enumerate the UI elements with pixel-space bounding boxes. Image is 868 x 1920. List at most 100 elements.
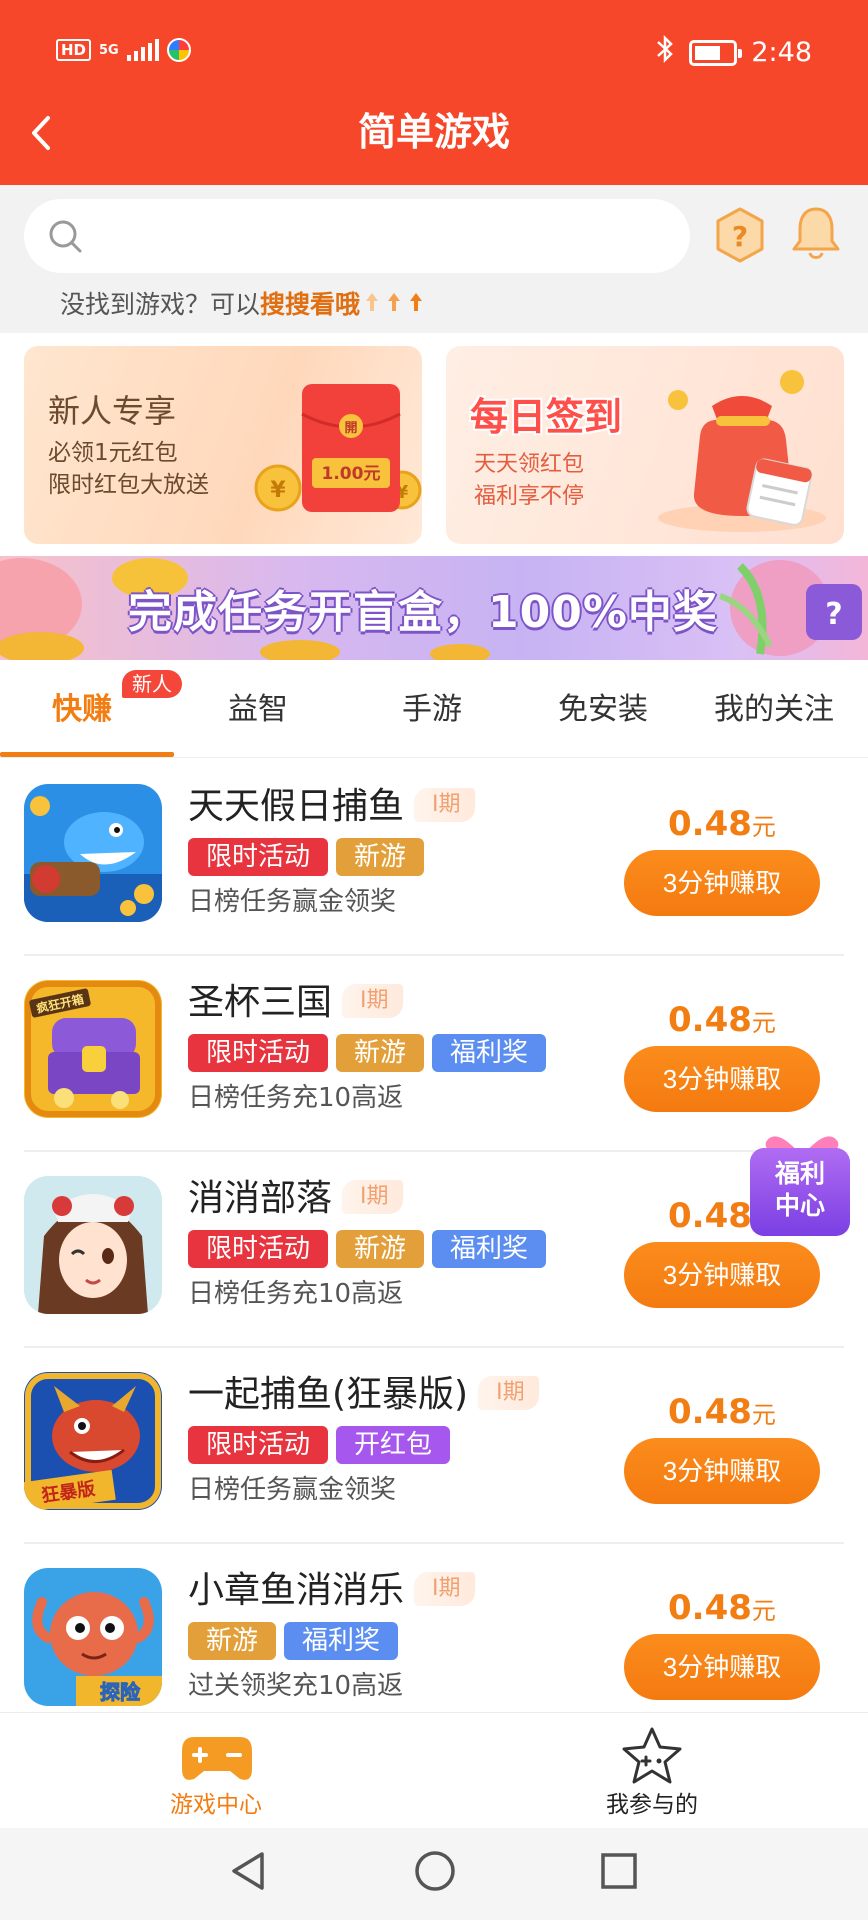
signal-icon	[127, 39, 160, 61]
game-tags: 限时活动 新游 福利奖	[188, 1034, 547, 1072]
phase-badge: I期	[342, 1180, 403, 1214]
tag-new-game: 新游	[188, 1622, 277, 1660]
phase-badge: I期	[414, 1572, 475, 1606]
bluetooth-icon	[655, 34, 675, 71]
tag-bonus: 福利奖	[432, 1034, 547, 1072]
reward-unit: 元	[751, 1401, 776, 1429]
tab-my-follows[interactable]: 我的关注	[714, 688, 834, 732]
reward-unit: 元	[751, 813, 776, 841]
nav-my-participation-label: 我参与的	[606, 1792, 698, 1818]
tag-limited-event: 限时活动	[188, 1426, 329, 1464]
status-bar: HD 5G 2:48	[0, 0, 868, 100]
page: HD 5G 2:48 简单游戏 ? 没找到游戏？可以搜搜看哦 新人专享 必领1元…	[0, 0, 868, 1920]
phase-badge: I期	[342, 984, 403, 1018]
game-icon-dragon-fish[interactable]: 狂暴版	[24, 1372, 162, 1510]
nav-my-participation[interactable]: 我参与的	[502, 1713, 802, 1829]
game-icon-fishing[interactable]	[24, 784, 162, 922]
reward-amount: 0.48元	[668, 1392, 776, 1435]
game-name-text: 消消部落	[188, 1178, 333, 1219]
battery-icon	[689, 39, 743, 66]
game-row[interactable]: 狂暴版 一起捕鱼(狂暴版) I期 限时活动 开红包 日榜任务赢金领奖 0.48元 …	[0, 1348, 868, 1544]
up-arrows-icon	[362, 289, 428, 324]
game-row[interactable]: 疯狂开箱 圣杯三国 I期 限时活动 新游 福利奖 日榜任务充10高返 0.48元 …	[0, 956, 868, 1152]
game-tags: 限时活动 开红包	[188, 1426, 451, 1464]
phase-badge: I期	[478, 1376, 539, 1410]
status-left: HD 5G	[56, 38, 192, 62]
red-packet-icon: ¥ ¥ 開 1.00元	[252, 370, 422, 534]
system-back-icon[interactable]	[228, 1848, 268, 1894]
reward-value: 0.48	[668, 1000, 752, 1040]
game-description: 日榜任务充10高返	[188, 1279, 404, 1309]
nav-game-center[interactable]: 游戏中心	[66, 1713, 366, 1829]
game-row[interactable]: 天天假日捕鱼 I期 限时活动 新游 日榜任务赢金领奖 0.48元 3分钟赚取	[0, 760, 868, 956]
star-icon	[622, 1727, 682, 1784]
game-name-text: 小章鱼消消乐	[188, 1570, 405, 1611]
tag-limited-event: 限时活动	[188, 838, 329, 876]
game-row[interactable]: 消消部落 I期 限时活动 新游 福利奖 日榜任务充10高返 0.48 3分钟赚取	[0, 1152, 868, 1348]
game-icon-octopus[interactable]: 探险	[24, 1568, 162, 1706]
tab-mobile-games[interactable]: 手游	[402, 688, 462, 732]
game-name: 圣杯三国 I期	[188, 978, 403, 1028]
search-input[interactable]	[24, 199, 690, 273]
search-icon	[46, 217, 86, 257]
tag-new-game: 新游	[336, 1034, 425, 1072]
newcomer-promo-card[interactable]: 新人专享 必领1元红包 限时红包大放送 ¥ ¥ 開 1.00元	[24, 346, 422, 544]
search-hint-text: 没找到游戏？可以	[60, 290, 261, 319]
reward-amount: 0.48	[668, 1196, 752, 1239]
app-header: HD 5G 2:48 简单游戏	[0, 0, 868, 185]
bell-icon[interactable]	[786, 203, 846, 265]
game-tags: 限时活动 新游 福利奖	[188, 1230, 547, 1268]
game-description: 日榜任务赢金领奖	[188, 1475, 397, 1505]
game-tags: 新游 福利奖	[188, 1622, 399, 1660]
page-title: 简单游戏	[357, 110, 510, 154]
status-time: 2:48	[751, 36, 812, 68]
search-hint: 没找到游戏？可以搜搜看哦	[60, 288, 428, 324]
reward-amount: 0.48元	[668, 1000, 776, 1043]
search-area: ? 没找到游戏？可以搜搜看哦	[0, 185, 868, 333]
app-badge-icon	[167, 38, 192, 62]
daily-checkin-line2: 福利享不停	[474, 484, 585, 509]
welfare-line2: 中心	[774, 1191, 825, 1220]
system-nav-bar	[0, 1828, 868, 1920]
search-hint-link[interactable]: 搜搜看哦	[260, 290, 360, 319]
earn-button[interactable]: 3分钟赚取	[624, 1634, 820, 1700]
game-description: 过关领奖充10高返	[188, 1671, 404, 1701]
system-recents-icon[interactable]	[600, 1852, 638, 1890]
game-icon-treasure-chest[interactable]: 疯狂开箱	[24, 980, 162, 1118]
svg-text:?: ?	[732, 220, 748, 253]
newcomer-promo-title: 新人专享	[48, 392, 177, 430]
reward-amount: 0.48元	[668, 1588, 776, 1631]
tag-bonus: 福利奖	[284, 1622, 399, 1660]
new-user-badge: 新人	[122, 670, 182, 698]
category-tabs: 快赚 新人 益智 手游 免安装 我的关注	[0, 660, 868, 758]
game-name-text: 圣杯三国	[188, 982, 333, 1023]
blind-box-banner[interactable]: ? 完成任务开盲盒，100%中奖	[0, 556, 868, 660]
earn-button[interactable]: 3分钟赚取	[624, 1046, 820, 1112]
red-packet-seal: 開	[344, 421, 357, 436]
earn-button[interactable]: 3分钟赚取	[624, 1242, 820, 1308]
tab-puzzle[interactable]: 益智	[228, 688, 288, 732]
game-row[interactable]: 探险 小章鱼消消乐 I期 新游 福利奖 过关领奖充10高返 0.48元 3分钟赚取	[0, 1544, 868, 1740]
earn-button[interactable]: 3分钟赚取	[624, 850, 820, 916]
game-icon-anime-girl[interactable]	[24, 1176, 162, 1314]
red-packet-amount: 1.00元	[322, 464, 381, 484]
hd-badge: HD	[56, 39, 92, 61]
nav-game-center-label: 游戏中心	[170, 1792, 262, 1818]
tab-no-install[interactable]: 免安装	[558, 688, 648, 732]
svg-text:¥: ¥	[270, 478, 286, 503]
daily-checkin-card[interactable]: 每日签到 天天领红包 福利享不停	[446, 346, 844, 544]
game-name: 小章鱼消消乐 I期	[188, 1566, 475, 1616]
tag-red-packet: 开红包	[336, 1426, 451, 1464]
newcomer-promo-line1: 必领1元红包	[48, 440, 178, 466]
game-name: 天天假日捕鱼 I期	[188, 782, 475, 832]
gamepad-icon	[182, 1737, 252, 1780]
tab-quick-earn[interactable]: 快赚	[52, 688, 112, 732]
phase-badge: I期	[414, 788, 475, 822]
welfare-center-button[interactable]: 福利 中心	[746, 1126, 858, 1240]
bottom-nav: 游戏中心 我参与的	[0, 1712, 868, 1828]
system-home-icon[interactable]	[414, 1850, 456, 1892]
newcomer-promo-line2: 限时红包大放送	[48, 472, 209, 498]
help-icon[interactable]: ?	[712, 205, 768, 265]
reward-unit: 元	[751, 1009, 776, 1037]
earn-button[interactable]: 3分钟赚取	[624, 1438, 820, 1504]
